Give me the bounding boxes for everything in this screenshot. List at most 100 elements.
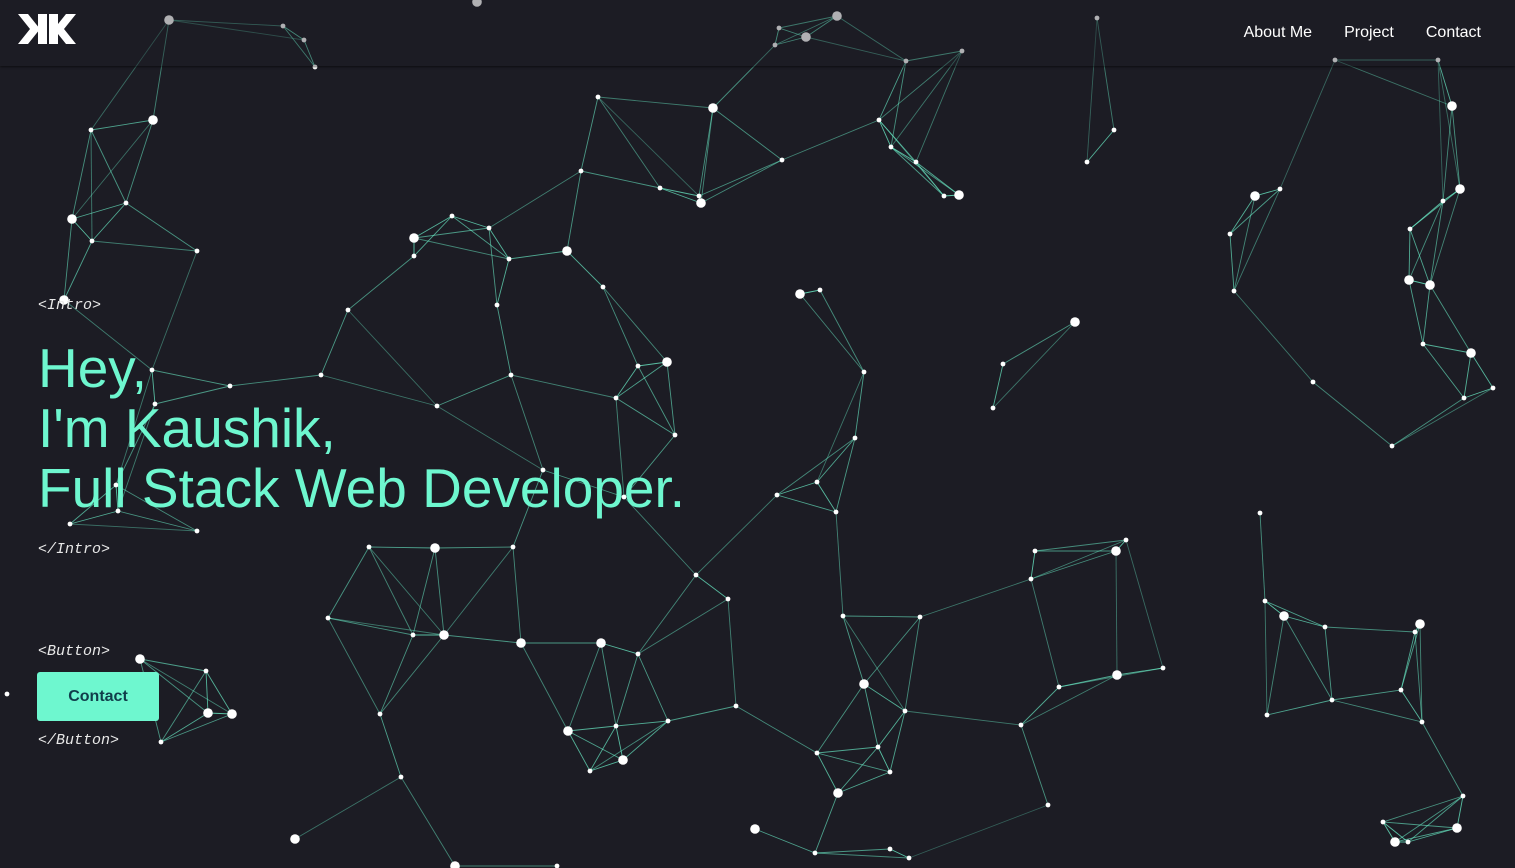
network-link — [580, 96, 599, 172]
network-node — [1257, 510, 1263, 516]
network-node — [1123, 537, 1129, 543]
network-node — [657, 185, 663, 191]
network-link — [816, 746, 879, 754]
network-link — [90, 129, 93, 242]
network-node — [833, 509, 839, 515]
network-link — [413, 227, 490, 239]
hero-headline: Hey, I'm Kaushik, Full Stack Web Develop… — [38, 338, 685, 518]
network-link — [700, 107, 714, 204]
network-link — [889, 710, 906, 773]
network-node — [906, 855, 912, 861]
network-node — [1490, 385, 1496, 391]
network-link — [695, 574, 729, 600]
headline-line-2: I'm Kaushik, — [38, 397, 336, 459]
network-node — [1227, 231, 1233, 237]
network-node — [814, 479, 820, 485]
network-link — [91, 202, 127, 242]
network-link — [413, 215, 453, 257]
network-link — [1421, 721, 1464, 797]
network-link — [754, 828, 816, 854]
network-node — [954, 190, 964, 200]
network-node — [875, 744, 881, 750]
network-node — [67, 214, 77, 224]
network-node — [1000, 361, 1006, 367]
network-link — [698, 159, 783, 197]
network-link — [904, 710, 1022, 726]
network-link — [915, 161, 945, 197]
network-node — [779, 157, 785, 163]
network-link — [451, 215, 490, 229]
network-node — [1160, 665, 1166, 671]
network-node — [1407, 226, 1413, 232]
nav-project-link[interactable]: Project — [1344, 22, 1394, 44]
network-link — [1259, 512, 1266, 602]
network-node — [1279, 611, 1289, 621]
network-node — [1415, 619, 1425, 629]
network-link — [842, 615, 921, 618]
page: About Me Project Contact <Intro> Hey, I'… — [0, 0, 1515, 868]
network-link — [597, 96, 661, 189]
network-node — [158, 739, 164, 745]
network-node — [1405, 839, 1411, 845]
network-link — [819, 289, 865, 373]
network-link — [488, 227, 498, 306]
network-link — [327, 617, 414, 636]
network-node — [817, 287, 823, 293]
intro-close-tag: </Intro> — [38, 541, 111, 558]
network-link — [695, 494, 778, 576]
headline-line-1: Hey, — [38, 337, 148, 399]
network-node — [410, 632, 416, 638]
contact-button[interactable]: Contact — [37, 672, 159, 721]
network-link — [814, 848, 891, 854]
network-node — [1070, 317, 1080, 327]
network-link — [71, 202, 127, 220]
network-link — [589, 725, 617, 772]
network-node — [1440, 198, 1446, 204]
network-node — [1028, 576, 1034, 582]
kk-logo-icon[interactable] — [16, 12, 78, 46]
nav-contact-link[interactable]: Contact — [1426, 22, 1481, 44]
network-link — [816, 683, 865, 754]
network-link — [1422, 343, 1465, 399]
network-node — [696, 198, 706, 208]
network-link — [776, 437, 856, 496]
network-node — [1056, 684, 1062, 690]
network-node — [1084, 159, 1090, 165]
network-link — [735, 705, 818, 754]
network-link — [814, 852, 910, 859]
network-link — [776, 481, 818, 496]
network-link — [992, 321, 1076, 409]
nav-about-me-link[interactable]: About Me — [1244, 22, 1312, 44]
network-link — [667, 705, 737, 722]
network-node — [861, 369, 867, 375]
network-node — [1466, 348, 1476, 358]
network-link — [700, 159, 783, 204]
network-link — [400, 776, 456, 867]
network-node — [733, 703, 739, 709]
network-link — [125, 202, 198, 252]
network-link — [863, 683, 879, 748]
network-node — [1455, 184, 1465, 194]
network-node — [990, 405, 996, 411]
network-link — [814, 792, 839, 854]
network-link — [877, 746, 891, 773]
network-link — [1086, 129, 1115, 163]
network-node — [1412, 629, 1418, 635]
network-link — [413, 215, 453, 239]
network-link — [91, 240, 198, 252]
network-link — [488, 170, 582, 229]
network-link — [1279, 59, 1336, 190]
network-link — [1429, 188, 1461, 286]
network-link — [615, 720, 669, 727]
network-node — [1447, 101, 1457, 111]
network-link — [1429, 284, 1472, 354]
network-link — [637, 653, 669, 722]
network-node — [227, 709, 237, 719]
network-link — [1233, 188, 1281, 292]
network-link — [1422, 343, 1472, 354]
network-node — [439, 630, 449, 640]
network-link — [327, 617, 445, 636]
network-link — [1437, 59, 1444, 202]
network-link — [1324, 626, 1416, 633]
network-node — [888, 144, 894, 150]
